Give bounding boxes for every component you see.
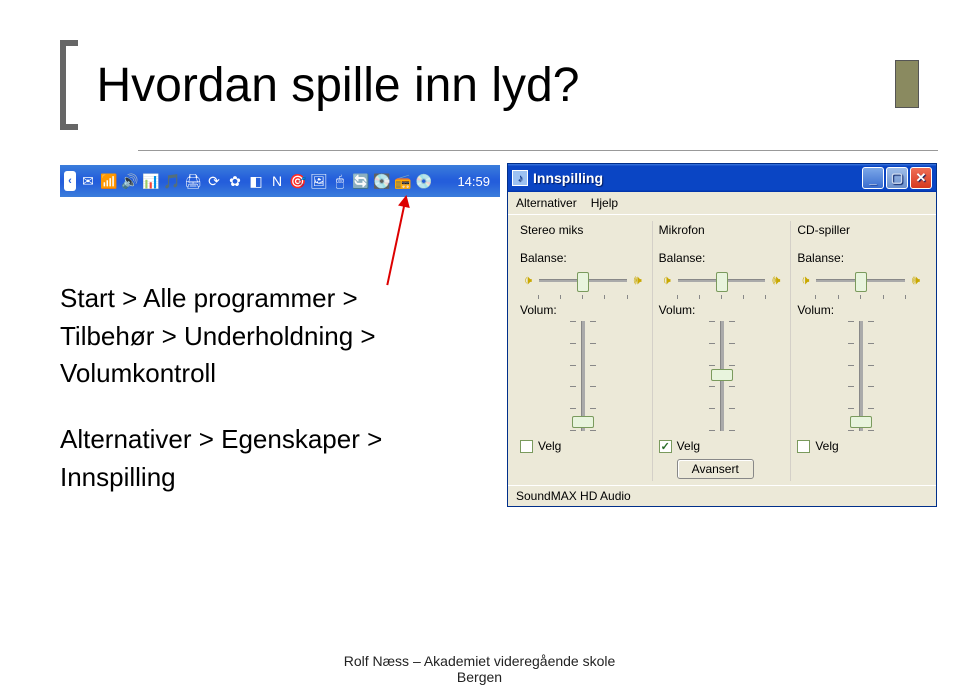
dialog-title: Innspilling [533,170,603,186]
tray-icon[interactable]: 💽 [373,172,391,190]
slide-title-wrap: Hvordan spille inn lyd? [60,40,579,130]
footer-line: Bergen [457,669,502,685]
channel-cd-spiller: CD-spillerBalanse:🕩🕪Volum:Velg [791,221,930,481]
speaker-right-icon: 🕪 [630,273,646,287]
tray-icon[interactable]: 🔄 [352,172,370,190]
path-line: Tilbehør > Underholdning > [60,321,376,351]
tray-icon[interactable]: 📻 [394,172,412,190]
volume-label: Volum: [797,303,924,317]
minimize-button[interactable]: _ [862,167,884,189]
balance-slider[interactable]: 🕩🕪 [520,267,646,293]
volume-slider[interactable] [520,321,646,431]
instruction-text: Start > Alle programmer > Tilbehør > Und… [60,280,382,524]
tray-icon[interactable]: 🖼 [310,172,328,190]
dialog-body: Stereo miksBalanse:🕩🕪Volum:VelgMikrofonB… [508,215,936,485]
balance-slider[interactable]: 🕩🕪 [659,267,785,293]
balance-slider[interactable]: 🕩🕪 [797,267,924,293]
balance-label: Balanse: [797,251,924,265]
path-line: Volumkontroll [60,358,216,388]
path-line: Alternativer > Egenskaper > [60,424,382,454]
tray-icon[interactable]: 💿 [415,172,433,190]
tray-icon[interactable]: 🖨 [184,172,202,190]
select-checkbox[interactable]: ✓ [659,440,672,453]
tray-icon[interactable]: 📶 [100,172,118,190]
channel-stereo-miks: Stereo miksBalanse:🕩🕪Volum:Velg [514,221,653,481]
tray-icon[interactable]: ⟳ [205,172,223,190]
recording-dialog: ♪ Innspilling _ ▢ ✕ Alternativer Hjelp S… [507,163,937,507]
speaker-right-icon: 🕪 [768,273,784,287]
channel-mikrofon: MikrofonBalanse:🕩🕪Volum:✓VelgAvansert [653,221,792,481]
select-checkbox-row[interactable]: Velg [797,439,924,453]
select-label: Velg [677,439,700,453]
title-underline [138,150,938,151]
dialog-statusbar: SoundMAX HD Audio [508,485,936,506]
speaker-left-icon: 🕩 [797,273,813,287]
windows-taskbar: ‹ ✉ 📶 🔊 📊 🎵 🖨 ⟳ ✿ ◧ N 🎯 🖼 🖱 🔄 💽 📻 💿 14:5… [60,165,500,197]
slide-footer: Rolf Næss – Akademiet videregående skole… [0,653,959,685]
close-button[interactable]: ✕ [910,167,932,189]
balance-ticks [659,295,785,299]
tray-icon[interactable]: ✉ [79,172,97,190]
title-bracket-icon [60,40,78,130]
speaker-right-icon: 🕪 [908,273,924,287]
channel-name: CD-spiller [797,223,924,237]
volume-label: Volum: [659,303,785,317]
channel-name: Mikrofon [659,223,785,237]
menu-item-alternativer[interactable]: Alternativer [516,196,577,210]
select-label: Velg [815,439,838,453]
taskbar-clock[interactable]: 14:59 [451,174,496,189]
tray-icon[interactable]: ◧ [247,172,265,190]
maximize-button: ▢ [886,167,908,189]
accent-box-icon [895,60,919,108]
channel-name: Stereo miks [520,223,646,237]
tray-icon[interactable]: N [268,172,286,190]
path-line: Innspilling [60,462,176,492]
dialog-titlebar[interactable]: ♪ Innspilling _ ▢ ✕ [508,164,936,192]
select-checkbox[interactable] [797,440,810,453]
tray-icon[interactable]: 🔊 [121,172,139,190]
taskbar-expand-icon[interactable]: ‹ [64,171,76,191]
tray-icon[interactable]: ✿ [226,172,244,190]
slide-title: Hvordan spille inn lyd? [82,58,579,113]
volume-slider[interactable] [797,321,924,431]
balance-ticks [520,295,646,299]
select-checkbox-row[interactable]: Velg [520,439,646,453]
dialog-menu: Alternativer Hjelp [508,192,936,215]
tray-icon[interactable]: 🖱 [331,172,349,190]
volume-slider[interactable] [659,321,785,431]
select-checkbox-row[interactable]: ✓ Velg [659,439,785,453]
arrow-annotation-icon [386,197,407,285]
select-label: Velg [538,439,561,453]
tray-icon[interactable]: 📊 [142,172,160,190]
balance-label: Balanse: [520,251,646,265]
tray-icon[interactable]: 🎵 [163,172,181,190]
balance-ticks [797,295,924,299]
select-checkbox[interactable] [520,440,533,453]
dialog-app-icon: ♪ [512,170,528,186]
menu-item-hjelp[interactable]: Hjelp [591,196,618,210]
footer-line: Rolf Næss – Akademiet videregående skole [344,653,616,669]
advanced-button[interactable]: Avansert [677,459,754,479]
path-line: Start > Alle programmer > [60,283,358,313]
speaker-left-icon: 🕩 [520,273,536,287]
tray-icon[interactable]: 🎯 [289,172,307,190]
speaker-left-icon: 🕩 [659,273,675,287]
volume-label: Volum: [520,303,646,317]
balance-label: Balanse: [659,251,785,265]
